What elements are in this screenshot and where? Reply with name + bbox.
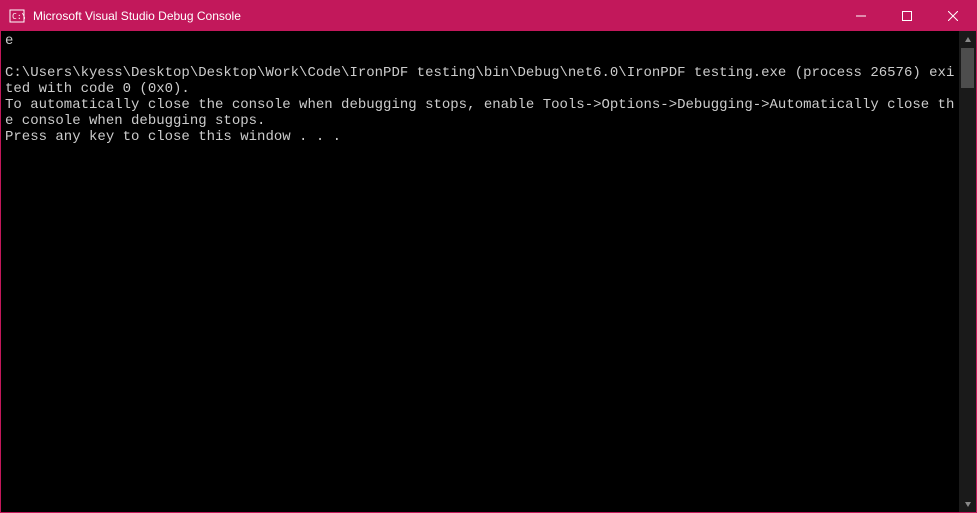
maximize-button[interactable] bbox=[884, 1, 930, 31]
console-window: C:\ Microsoft Visual Studio Debug Consol… bbox=[0, 0, 977, 513]
scroll-thumb[interactable] bbox=[961, 48, 974, 88]
app-icon: C:\ bbox=[9, 8, 25, 24]
scroll-down-arrow[interactable] bbox=[959, 495, 976, 512]
titlebar[interactable]: C:\ Microsoft Visual Studio Debug Consol… bbox=[1, 1, 976, 31]
svg-text:C:\: C:\ bbox=[12, 12, 25, 21]
console-body: e C:\Users\kyess\Desktop\Desktop\Work\Co… bbox=[1, 31, 976, 512]
console-output[interactable]: e C:\Users\kyess\Desktop\Desktop\Work\Co… bbox=[1, 31, 959, 512]
scroll-track[interactable] bbox=[959, 48, 976, 495]
window-title: Microsoft Visual Studio Debug Console bbox=[33, 9, 838, 23]
window-controls bbox=[838, 1, 976, 31]
scroll-up-arrow[interactable] bbox=[959, 31, 976, 48]
minimize-button[interactable] bbox=[838, 1, 884, 31]
close-button[interactable] bbox=[930, 1, 976, 31]
vertical-scrollbar[interactable] bbox=[959, 31, 976, 512]
